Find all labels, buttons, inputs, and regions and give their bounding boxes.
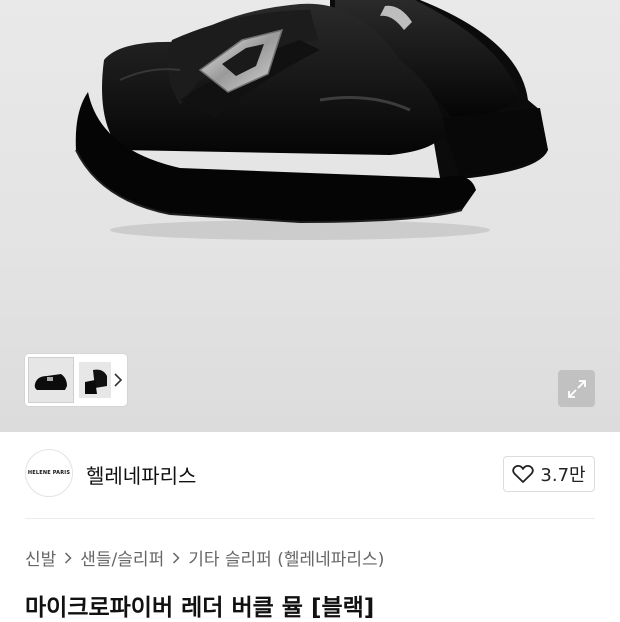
thumbnail-strip [25, 354, 127, 406]
product-image-gallery[interactable] [0, 0, 620, 432]
chevron-right-icon [64, 551, 72, 564]
like-count: 3.7만 [540, 465, 586, 486]
thumbnail-image-active[interactable] [28, 357, 74, 403]
heart-outline-icon [512, 464, 535, 483]
breadcrumb: 신발 샌들/슬리퍼 기타 슬리퍼 (헬레네파리스) [25, 545, 384, 570]
expand-image-button[interactable] [558, 370, 595, 407]
brand-logo[interactable]: HELENE PARIS [25, 449, 73, 497]
chevron-right-icon [172, 551, 180, 564]
product-title: 마이크로파이버 레더 버클 뮬 [블랙] [25, 595, 375, 621]
chevron-right-icon [114, 373, 123, 387]
thumbnail-image[interactable] [79, 362, 111, 398]
breadcrumb-item-shoes[interactable]: 신발 [25, 545, 56, 570]
breadcrumb-item-other-slippers[interactable]: 기타 슬리퍼 (헬레네파리스) [188, 545, 384, 570]
brand-name[interactable]: 헬레네파리스 [86, 460, 196, 489]
like-button[interactable]: 3.7만 [503, 456, 595, 492]
expand-arrows-icon [567, 379, 586, 398]
divider [25, 518, 595, 519]
brand-logo-text: HELENE PARIS [27, 470, 71, 476]
breadcrumb-item-sandals-slippers[interactable]: 샌들/슬리퍼 [80, 545, 164, 570]
thumbnail-next-button[interactable] [111, 368, 125, 392]
